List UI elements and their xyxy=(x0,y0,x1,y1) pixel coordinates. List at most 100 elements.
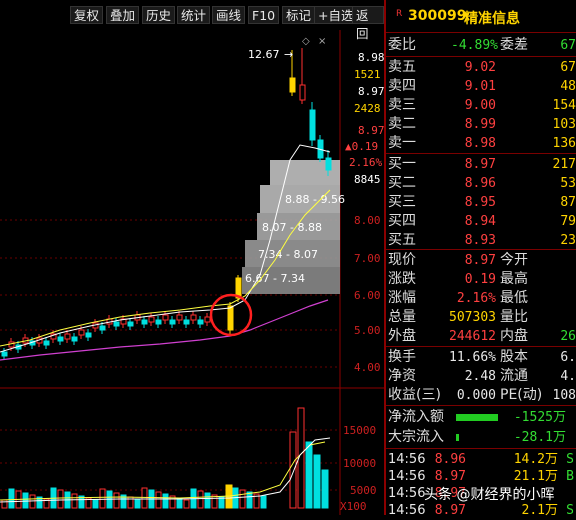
buy-row: 买四 8.94 79 xyxy=(386,212,576,231)
volume-bar xyxy=(246,491,253,509)
candle xyxy=(1,351,8,357)
quote-label: 总量 xyxy=(388,309,416,325)
volume-bar xyxy=(176,497,183,509)
candle xyxy=(299,84,306,101)
buy-level-label: 买二 xyxy=(388,175,416,191)
buy-level-label: 买三 xyxy=(388,194,416,210)
net-inflow-label: 净流入额 xyxy=(388,409,444,425)
quote-panel: R 300099 精准信息 委比 -4.89% 委差 67 卖五 9.02 67 卖四… xyxy=(386,0,576,518)
block-inflow-label: 大宗流入 xyxy=(388,429,444,445)
buy-volume: 23 xyxy=(560,233,576,248)
f10-button[interactable]: F10 xyxy=(248,6,280,24)
stat-row: 收益(三) 0.000 PE(动) 108 xyxy=(386,386,576,405)
candle xyxy=(113,321,120,327)
volume-bar xyxy=(8,488,15,509)
diamond-icon[interactable]: ◇ xyxy=(302,36,310,47)
volume-bar xyxy=(239,489,246,509)
volume-bar xyxy=(134,498,141,509)
buy-row: 买一 8.97 217 xyxy=(386,155,576,174)
volume-bar xyxy=(71,493,78,509)
stat-value: 0.000 xyxy=(456,388,496,403)
sell-volume: 154 xyxy=(552,98,576,113)
quote-label: 今开 xyxy=(500,252,528,268)
candle xyxy=(162,314,169,321)
quote-value: 8.97 xyxy=(464,253,496,268)
kline-chart[interactable]: 8.88 - 9.56 8.07 - 8.88 7.34 - 8.07 6.67… xyxy=(0,30,384,515)
restore-rights-button[interactable]: 复权 xyxy=(70,6,104,24)
quote-row: 现价 8.97 今开 xyxy=(386,251,576,270)
candle xyxy=(85,332,92,338)
buy-row: 买五 8.93 23 xyxy=(386,231,576,250)
draw-line-button[interactable]: 画线 xyxy=(212,6,246,24)
price-axis-label: ▲0.19 xyxy=(345,140,378,153)
quote-label: 最高 xyxy=(500,271,528,287)
candle xyxy=(183,319,190,325)
quote-row: 涨跌 0.19 最高 xyxy=(386,270,576,289)
candle xyxy=(57,336,64,342)
buy-price: 8.94 xyxy=(464,214,496,229)
volume-axis-label: 10000 xyxy=(343,457,376,470)
price-axis-label: 8.97 xyxy=(358,85,384,98)
back-button[interactable]: 返回 xyxy=(352,6,384,41)
sell-volume: 103 xyxy=(552,117,576,132)
volume-axis-label: 5000 xyxy=(350,484,377,497)
candle xyxy=(127,321,134,327)
add-favorite-button[interactable]: +自选 xyxy=(314,6,358,24)
divider xyxy=(386,405,576,406)
quote-label: 外盘 xyxy=(388,328,416,344)
buy-volume: 87 xyxy=(560,195,576,210)
buy-volume: 79 xyxy=(560,214,576,229)
candle xyxy=(141,319,148,325)
quote-row: 外盘 244612 内盘 26 xyxy=(386,327,576,346)
chart-toolbar: 复权 叠加 历史 统计 画线 F10 标记 +自选 返回 xyxy=(0,0,384,41)
candle xyxy=(176,314,183,321)
quote-value: 507303 xyxy=(449,310,496,325)
weibi-label: 委比 xyxy=(388,37,416,53)
divider xyxy=(386,346,576,347)
chip-range-label: 6.67 - 7.34 xyxy=(245,272,305,285)
overlay-button[interactable]: 叠加 xyxy=(106,6,140,24)
candle xyxy=(148,316,155,323)
stock-header: R 300099 精准信息 xyxy=(386,0,576,30)
sell-volume: 136 xyxy=(552,136,576,151)
close-icon[interactable]: × xyxy=(318,36,326,47)
stat-value: 11.66% xyxy=(449,350,496,365)
stat-value: 2.48 xyxy=(464,369,496,384)
stock-code: 300099 xyxy=(408,8,467,24)
history-button[interactable]: 历史 xyxy=(142,6,176,24)
chip-range-label: 8.88 - 9.56 xyxy=(285,193,345,206)
candle xyxy=(169,319,176,325)
candle xyxy=(190,314,197,321)
divider xyxy=(386,249,576,250)
kline-svg[interactable]: 8.88 - 9.56 8.07 - 8.88 7.34 - 8.07 6.67… xyxy=(0,30,384,515)
sell-level-label: 卖二 xyxy=(388,116,416,132)
buy-level-label: 买五 xyxy=(388,232,416,248)
quote-row: 总量 507303 量比 xyxy=(386,308,576,327)
sell-price: 9.02 xyxy=(464,60,496,75)
ma-purple-line xyxy=(0,299,329,361)
price-axis-label: 8.00 xyxy=(354,214,381,227)
vol-ma-yellow xyxy=(0,441,326,501)
quote-label: 现价 xyxy=(388,252,416,268)
stat-value: 108 xyxy=(552,388,576,403)
mark-button[interactable]: 标记 xyxy=(282,6,316,24)
quote-label: 最低 xyxy=(500,290,528,306)
volume-bars xyxy=(1,407,329,509)
block-inflow-value: -28.1万 xyxy=(513,430,566,445)
statistics-button[interactable]: 统计 xyxy=(177,6,211,24)
quote-value: 26 xyxy=(560,329,576,344)
quote-label: 量比 xyxy=(500,309,528,325)
candle xyxy=(197,319,204,325)
buy-volume: 53 xyxy=(560,176,576,191)
block-inflow-bar xyxy=(456,434,459,441)
candle xyxy=(309,109,316,141)
volume-cell: 1521 xyxy=(354,68,381,81)
quote-label: 涨跌 xyxy=(388,271,416,287)
sell-level-label: 卖五 xyxy=(388,59,416,75)
volume-bar xyxy=(155,491,162,509)
weicha-value: 67 xyxy=(560,38,576,53)
buy-row: 买三 8.95 87 xyxy=(386,193,576,212)
stat-value: 6. xyxy=(560,350,576,365)
sell-row: 卖四 9.01 48 xyxy=(386,77,576,96)
buy-price: 8.96 xyxy=(464,176,496,191)
